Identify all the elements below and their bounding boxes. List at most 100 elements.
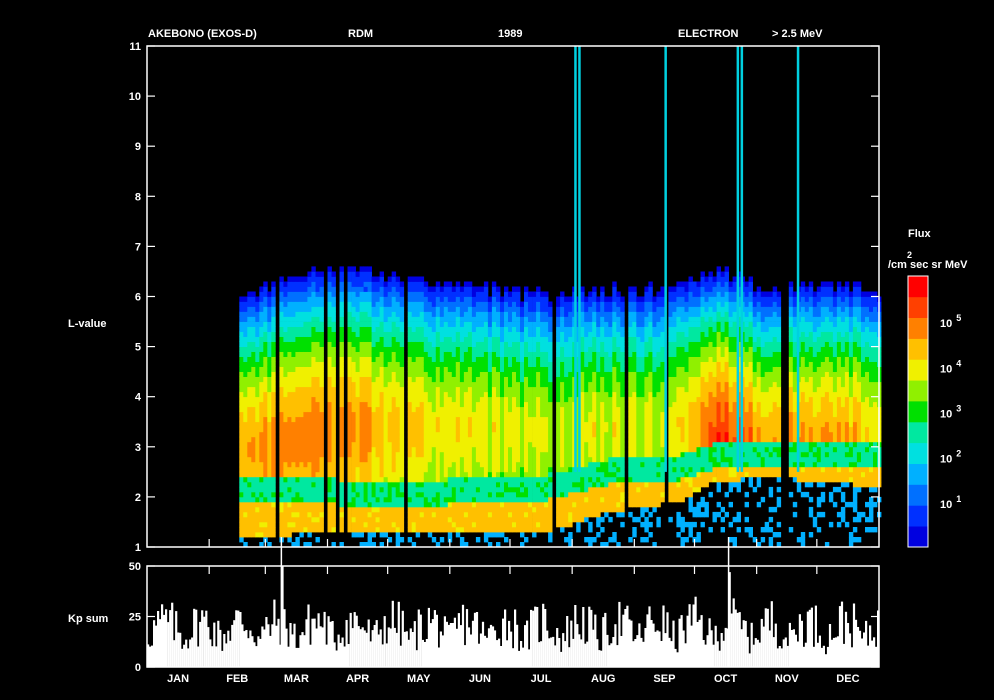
heatmap-cell: [259, 421, 264, 428]
heatmap-cell: [459, 291, 465, 297]
heatmap-cell: [295, 366, 300, 372]
heatmap-cell: [608, 391, 613, 398]
heatmap-cell: [271, 306, 276, 312]
heatmap-cell: [616, 331, 621, 337]
heatmap-cell: [592, 511, 597, 518]
heatmap-cell: [447, 461, 453, 468]
heatmap-cell: [532, 456, 537, 463]
heatmap-cell: [255, 466, 260, 473]
heatmap-cell: [423, 421, 429, 428]
heatmap-cell: [431, 391, 437, 398]
heatmap-cell: [660, 291, 665, 297]
heatmap-cell: [491, 326, 497, 332]
heatmap-cell: [556, 381, 561, 388]
heatmap-cell: [459, 306, 465, 312]
heatmap-cell: [307, 411, 312, 418]
heatmap-cell: [644, 396, 649, 403]
heatmap-cell: [564, 436, 569, 443]
heatmap-cell: [315, 361, 320, 367]
heatmap-cell: [588, 316, 593, 322]
heatmap-cell: [319, 461, 324, 468]
heatmap-cell: [319, 426, 324, 433]
heatmap-cell: [504, 461, 509, 468]
heatmap-cell: [455, 366, 461, 372]
heatmap-cell: [239, 516, 244, 523]
heatmap-cell: [612, 532, 617, 538]
heatmap-cell: [459, 446, 465, 453]
heatmap-cell: [483, 511, 489, 518]
heatmap-cell: [483, 496, 489, 503]
heatmap-cell: [475, 527, 481, 533]
heatmap-cell: [359, 326, 364, 332]
heatmap-cell: [471, 421, 477, 428]
heatmap-cell: [556, 356, 561, 362]
heatmap-cell: [359, 361, 364, 367]
heatmap-cell: [644, 506, 649, 513]
heatmap-cell: [524, 336, 529, 342]
heatmap-cell: [287, 411, 292, 418]
heatmap-cell: [331, 371, 336, 377]
heatmap-cell: [455, 286, 461, 292]
heatmap-cell: [508, 461, 513, 468]
heatmap-cell: [279, 441, 284, 448]
heatmap-cell: [636, 401, 641, 408]
heatmap-cell: [239, 321, 244, 327]
heatmap-cell: [303, 281, 308, 287]
heatmap-cell: [620, 351, 625, 357]
heatmap-cell: [463, 366, 469, 372]
heatmap-cell: [580, 361, 585, 367]
heatmap-cell: [315, 431, 320, 438]
heatmap-cell: [247, 461, 252, 468]
heatmap-cell: [592, 306, 597, 312]
heatmap-cell: [415, 301, 421, 307]
heatmap-cell: [487, 366, 493, 372]
heatmap-cell: [668, 496, 673, 503]
heatmap-cell: [592, 431, 597, 438]
heatmap-cell: [367, 341, 372, 347]
heatmap-cell: [255, 532, 260, 538]
heatmap-cell: [283, 476, 288, 483]
heatmap-cell: [483, 351, 489, 357]
heatmap-cell: [556, 496, 561, 503]
heatmap-cell: [540, 506, 545, 513]
heatmap-cell: [532, 451, 537, 458]
heatmap-cell: [307, 316, 312, 322]
heatmap-cell: [455, 301, 461, 307]
heatmap-cell: [520, 486, 525, 493]
heatmap-cell: [500, 416, 505, 423]
heatmap-cell: [255, 446, 260, 453]
heatmap-cell: [648, 461, 653, 468]
heatmap-cell: [371, 461, 376, 468]
heatmap-cell: [568, 466, 573, 473]
heatmap-cell: [243, 371, 248, 377]
heatmap-cell: [496, 356, 501, 362]
heatmap-cell: [632, 416, 637, 423]
heatmap-cell: [391, 306, 397, 312]
heatmap-cell: [536, 386, 541, 393]
heatmap-cell: [435, 456, 441, 463]
heatmap-cell: [504, 371, 509, 377]
heatmap-cell: [556, 336, 561, 342]
heatmap-cell: [544, 426, 549, 433]
heatmap-cell: [455, 311, 461, 317]
heatmap-cell: [395, 361, 401, 367]
heatmap-cell: [524, 291, 529, 297]
heatmap-cell: [391, 516, 397, 523]
heatmap-cell: [263, 316, 268, 322]
heatmap-cell: [239, 351, 244, 357]
heatmap-cell: [367, 366, 372, 372]
heatmap-cell: [255, 391, 260, 398]
heatmap-cell: [443, 471, 449, 478]
heatmap-cell: [359, 336, 364, 342]
heatmap-cell: [379, 441, 384, 448]
heatmap-cell: [496, 291, 501, 297]
heatmap-cell: [500, 527, 505, 533]
heatmap-cell: [656, 311, 661, 317]
heatmap-cell: [415, 481, 421, 488]
heatmap-cell: [431, 496, 437, 503]
heatmap-cell: [660, 296, 665, 302]
heatmap-cell: [251, 361, 256, 367]
heatmap-cell: [644, 416, 649, 423]
heatmap-cell: [463, 421, 469, 428]
heatmap-cell: [307, 481, 312, 488]
